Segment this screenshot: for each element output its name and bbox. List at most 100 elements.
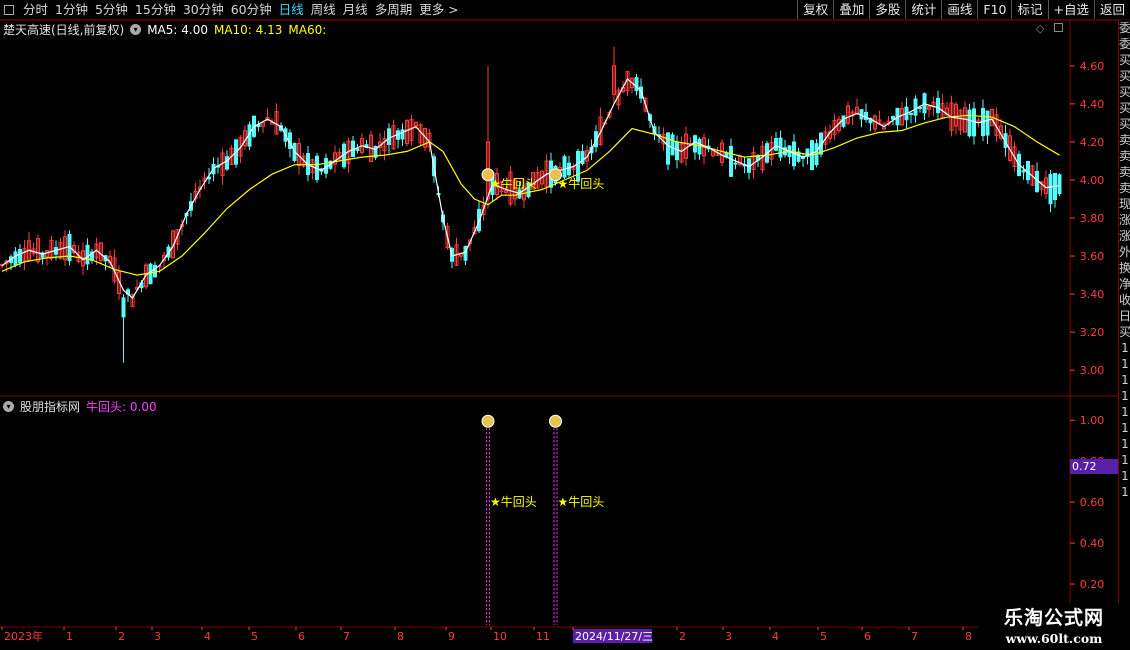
candle-body — [400, 129, 405, 140]
candle-body — [670, 134, 675, 156]
quote-label: 日 — [1119, 309, 1130, 323]
quote-label: 1 — [1121, 437, 1129, 451]
quote-label: 买 — [1119, 117, 1130, 131]
candle-body — [774, 137, 778, 151]
candle-body — [967, 109, 972, 137]
candle-body — [841, 115, 846, 127]
quote-label: 1 — [1121, 341, 1129, 355]
quote-label: 买 — [1119, 69, 1130, 83]
watermark-url: www.60lt.com — [1005, 631, 1103, 646]
indicator-signal-label: ★牛回头 — [490, 494, 537, 509]
moneybag-icon — [549, 414, 562, 428]
quote-label: 卖 — [1119, 133, 1130, 147]
candle-body — [225, 156, 229, 170]
price-tick-label: 3.20 — [1080, 326, 1105, 339]
quote-label: 委 — [1119, 37, 1130, 51]
candle-body — [567, 162, 571, 176]
candle-body — [121, 297, 126, 318]
quote-label: 买 — [1119, 325, 1130, 339]
quote-label: 1 — [1121, 405, 1129, 419]
time-tick-label: 8 — [965, 630, 972, 643]
time-tick-label: 1 — [66, 630, 73, 643]
candle-body — [13, 251, 18, 266]
candle-body — [729, 145, 733, 177]
indicator-signal-label: ★牛回头 — [558, 494, 605, 509]
quote-label: 委 — [1119, 21, 1130, 35]
time-tick-label: 10 — [493, 630, 507, 643]
time-tick-label: 3 — [725, 630, 732, 643]
quote-label: 1 — [1121, 485, 1129, 499]
time-tick-label: 3 — [154, 630, 161, 643]
candle-body — [909, 112, 913, 116]
candle-body — [562, 156, 567, 178]
time-tick-label: 2023年 — [4, 629, 43, 643]
quote-label: 1 — [1121, 357, 1129, 371]
value-badge: 0.72 — [1070, 459, 1118, 474]
candle-body — [148, 263, 153, 285]
ma10-line — [1, 114, 1060, 276]
candle-body — [985, 110, 990, 136]
candle-body — [675, 141, 679, 161]
price-tick-label: 4.00 — [1080, 174, 1105, 187]
candle-body — [891, 116, 895, 120]
quote-label: 买 — [1119, 101, 1130, 115]
quote-label: 1 — [1121, 469, 1129, 483]
quote-label: 收 — [1119, 293, 1130, 307]
candle-body — [922, 93, 927, 114]
quote-label: 卖 — [1119, 149, 1130, 163]
time-tick-label: 2 — [118, 630, 125, 643]
candle-body — [1048, 174, 1053, 205]
time-tick-label: 2024/11/27/三 — [575, 630, 653, 643]
time-tick-label: 6 — [864, 630, 871, 643]
quote-label: 1 — [1121, 421, 1129, 435]
candle-body — [634, 77, 639, 92]
quote-label: 涨 — [1119, 229, 1130, 243]
time-tick-label: 7 — [911, 630, 918, 643]
candle-body — [387, 128, 391, 146]
time-tick-label: 11 — [536, 630, 550, 643]
candle-body — [153, 264, 157, 278]
quote-label: 1 — [1121, 373, 1129, 387]
time-tick-label: 6 — [298, 630, 305, 643]
quote-label: 净 — [1119, 277, 1130, 291]
time-tick-label: 4 — [772, 630, 779, 643]
quote-label: 卖 — [1119, 181, 1130, 195]
quote-label: 1 — [1121, 389, 1129, 403]
quote-label: 换 — [1119, 261, 1130, 275]
candle-body — [1026, 161, 1030, 181]
time-tick-label: 5 — [251, 630, 258, 643]
indicator-tick-label: 0.20 — [1080, 578, 1105, 591]
price-tick-label: 3.00 — [1080, 364, 1105, 377]
candle-body — [913, 98, 918, 116]
kline-chart[interactable]: 4.60 4.40 4.20 4.00 3.80 3.60 3.40 3.20 3.00 1.00… — [0, 0, 1130, 650]
quote-label: 买 — [1119, 53, 1130, 67]
candle-body — [1021, 170, 1026, 173]
candle-body — [85, 244, 90, 265]
candle-body — [666, 132, 670, 165]
price-tick-label: 4.20 — [1080, 136, 1105, 149]
price-tick-label: 3.40 — [1080, 288, 1105, 301]
time-tick-label: 5 — [820, 630, 827, 643]
quote-label: 现 — [1119, 197, 1130, 211]
price-tick-label: 4.40 — [1080, 98, 1105, 111]
candle-body — [697, 138, 702, 155]
candle-body — [864, 111, 868, 120]
candle-body — [1057, 174, 1062, 195]
signal-label: ★牛回头 — [558, 176, 605, 191]
candle-body — [463, 245, 468, 261]
price-tick-label: 4.60 — [1080, 60, 1105, 73]
quote-label: 涨 — [1119, 213, 1130, 227]
time-tick-label: 7 — [343, 630, 350, 643]
quote-panel: 委委买买买买买卖卖卖卖现涨涨外换净收日买1111111111 — [1118, 20, 1130, 628]
quote-label: 卖 — [1119, 165, 1130, 179]
time-tick-label: 9 — [448, 630, 455, 643]
indicator-tick-label: 1.00 — [1080, 414, 1105, 427]
candle-body — [18, 249, 22, 264]
price-tick-label: 3.80 — [1080, 212, 1105, 225]
time-tick-label: 8 — [397, 630, 404, 643]
candles-group — [0, 46, 1062, 363]
indicator-tick-label: 0.60 — [1080, 496, 1105, 509]
candle-body — [693, 135, 697, 153]
candle-body — [936, 97, 940, 114]
price-tick-label: 3.60 — [1080, 250, 1105, 263]
